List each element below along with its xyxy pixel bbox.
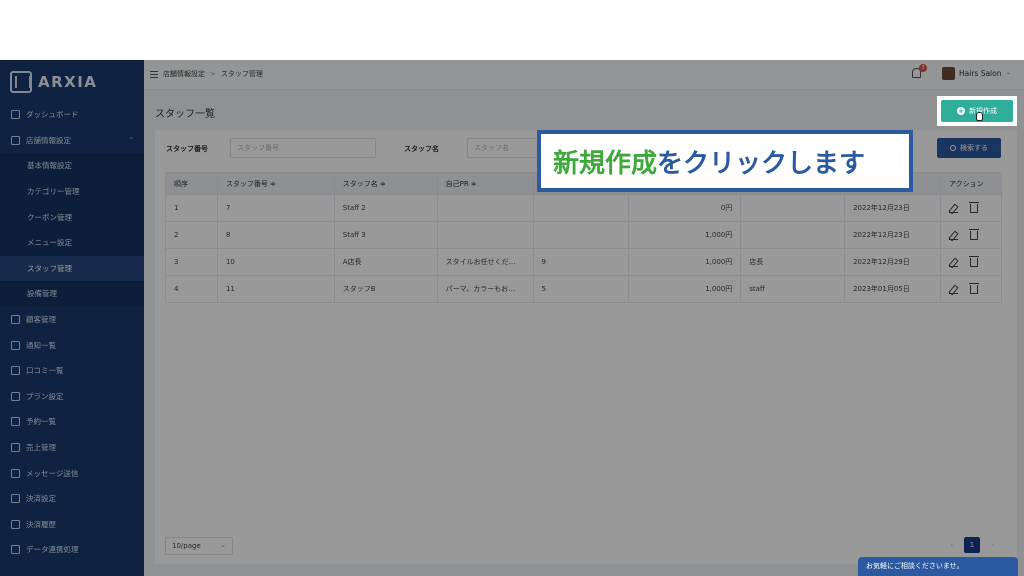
new-button-highlight: + 新規作成 [937,96,1017,126]
plus-icon: + [957,107,965,115]
callout-text: 新規作成 をクリックします [541,134,909,188]
chat-widget[interactable]: お気軽にご相談くださいませ。 [858,557,1018,576]
app-frame: ARXIA ダッシュボード 店舗情報設定 ⌃ 基本情報設定 カテゴリー管理 クー… [0,60,1024,576]
tutorial-callout: 新規作成 をクリックします [537,130,913,192]
hand-cursor-icon [976,112,983,121]
callout-rest: をクリックします [657,148,866,179]
callout-highlight: 新規作成 [553,148,658,179]
new-button-label: 新規作成 [969,107,997,115]
